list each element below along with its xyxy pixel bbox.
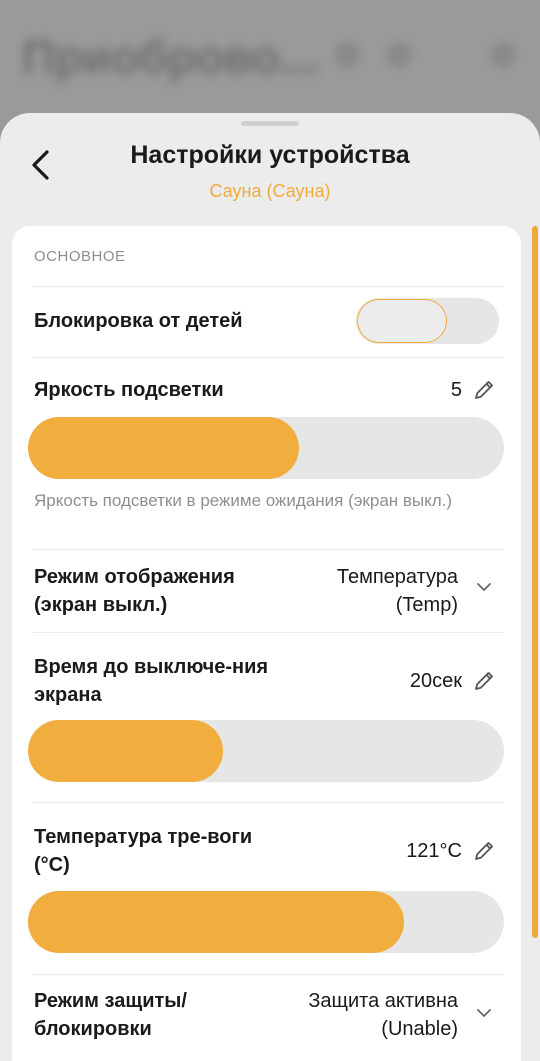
screen-timeout-value: 20сек [409,670,462,692]
background-title: Приоброво... [22,31,319,83]
scrollbar[interactable] [532,226,538,938]
screen-timeout-slider[interactable] [28,720,504,782]
divider [32,286,504,287]
screen-timeout-label: Время до выключе-ния экрана [34,656,269,706]
brightness-slider[interactable] [28,417,504,479]
pencil-icon[interactable] [472,378,496,402]
screen-timeout-slider-fill [28,720,223,782]
pencil-icon[interactable] [472,839,496,863]
display-mode-value[interactable]: Температура (Temp) [292,563,458,619]
divider [32,549,504,550]
brightness-hint: Яркость подсветки в режиме ожидания (экр… [34,491,453,510]
pencil-icon[interactable] [472,669,496,693]
protection-mode-value[interactable]: Защита активна (Unable) [262,987,458,1043]
chevron-down-icon[interactable] [475,1007,493,1019]
chevron-down-icon[interactable] [475,581,493,593]
divider [32,802,504,803]
brightness-slider-fill [28,417,299,479]
background-icon [334,42,360,68]
protection-mode-label[interactable]: Режим защиты/ блокировки [34,987,234,1043]
alarm-temp-slider[interactable] [28,891,504,953]
child-lock-toggle[interactable] [356,298,499,344]
device-settings-sheet: Настройки устройства Сауна (Сауна) ОСНОВ… [0,113,540,1061]
brightness-label: Яркость подсветки [34,379,224,401]
sheet-grabber[interactable] [241,121,299,126]
divider [32,632,504,633]
child-lock-label: Блокировка от детей [34,310,243,332]
section-label: ОСНОВНОЕ [34,248,126,265]
divider [32,357,504,358]
alarm-temp-slider-fill [28,891,404,953]
toggle-knob [357,299,447,343]
background-icon [386,42,412,68]
brightness-value: 5 [450,379,462,401]
alarm-temp-label: Температура тре-воги (°C) [34,826,253,876]
divider [32,974,504,975]
device-subtitle: Сауна (Сауна) [209,181,331,201]
display-mode-label[interactable]: Режим отображения (экран выкл.) [34,563,284,619]
page-title: Настройки устройства [130,141,410,169]
settings-card: ОСНОВНОЕ Блокировка от детей Яркость под… [12,226,521,1061]
alarm-temp-value: 121°C [406,840,462,862]
background-gear-icon [490,42,516,68]
